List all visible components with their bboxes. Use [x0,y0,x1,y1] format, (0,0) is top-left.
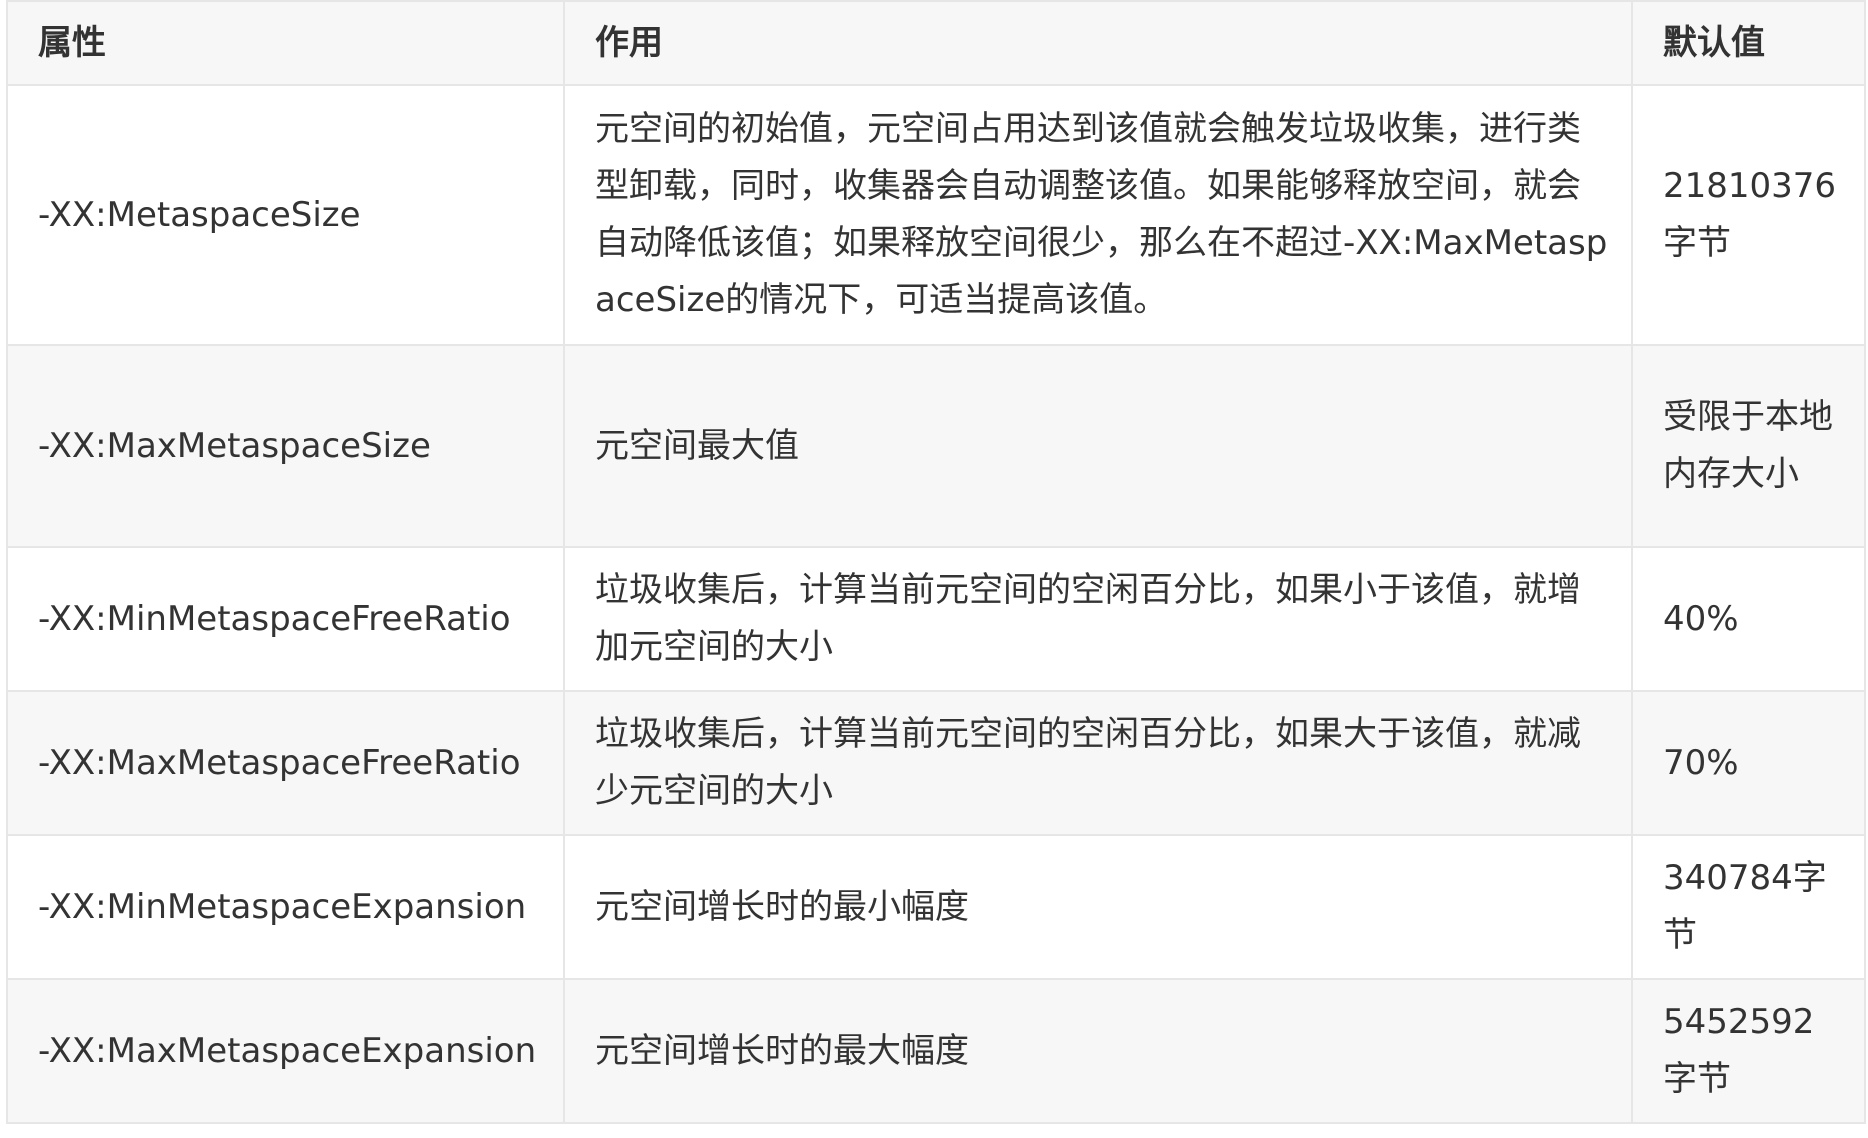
cell-property: -XX:MaxMetaspaceFreeRatio [6,690,565,836]
header-default: 默认值 [1631,0,1866,86]
header-effect: 作用 [563,0,1633,86]
table-row: -XX:MaxMetaspaceExpansion 元空间增长时的最大幅度 54… [6,978,1866,1124]
cell-property: -XX:MaxMetaspaceSize [6,344,565,548]
cell-property: -XX:MaxMetaspaceExpansion [6,978,565,1124]
table-body: -XX:MetaspaceSize 元空间的初始值，元空间占用达到该值就会触发垃… [6,84,1866,1124]
cell-property: -XX:MinMetaspaceFreeRatio [6,546,565,692]
cell-effect: 元空间的初始值，元空间占用达到该值就会触发垃圾收集，进行类型卸载，同时，收集器会… [563,84,1633,346]
cell-effect: 垃圾收集后，计算当前元空间的空闲百分比，如果小于该值，就增加元空间的大小 [563,546,1633,692]
table-row: -XX:MinMetaspaceExpansion 元空间增长时的最小幅度 34… [6,834,1866,980]
table-row: -XX:MinMetaspaceFreeRatio 垃圾收集后，计算当前元空间的… [6,546,1866,692]
cell-effect: 垃圾收集后，计算当前元空间的空闲百分比，如果大于该值，就减少元空间的大小 [563,690,1633,836]
table-row: -XX:MaxMetaspaceSize 元空间最大值 受限于本地内存大小 [6,344,1866,548]
cell-default: 受限于本地内存大小 [1631,344,1866,548]
table-row: -XX:MetaspaceSize 元空间的初始值，元空间占用达到该值就会触发垃… [6,84,1866,346]
cell-effect: 元空间最大值 [563,344,1633,548]
header-row: 属性 作用 默认值 [6,0,1866,86]
cell-effect: 元空间增长时的最大幅度 [563,978,1633,1124]
metaspace-params-table: 属性 作用 默认值 -XX:MetaspaceSize 元空间的初始值，元空间占… [6,0,1866,1124]
cell-default: 340784字节 [1631,834,1866,980]
cell-default: 40% [1631,546,1866,692]
cell-default: 21810376字节 [1631,84,1866,346]
cell-property: -XX:MinMetaspaceExpansion [6,834,565,980]
table-header: 属性 作用 默认值 [6,0,1866,86]
cell-default: 5452592字节 [1631,978,1866,1124]
metaspace-params-table-wrapper: 属性 作用 默认值 -XX:MetaspaceSize 元空间的初始值，元空间占… [6,0,1866,1124]
cell-effect: 元空间增长时的最小幅度 [563,834,1633,980]
cell-default: 70% [1631,690,1866,836]
header-property: 属性 [6,0,565,86]
cell-property: -XX:MetaspaceSize [6,84,565,346]
table-row: -XX:MaxMetaspaceFreeRatio 垃圾收集后，计算当前元空间的… [6,690,1866,836]
